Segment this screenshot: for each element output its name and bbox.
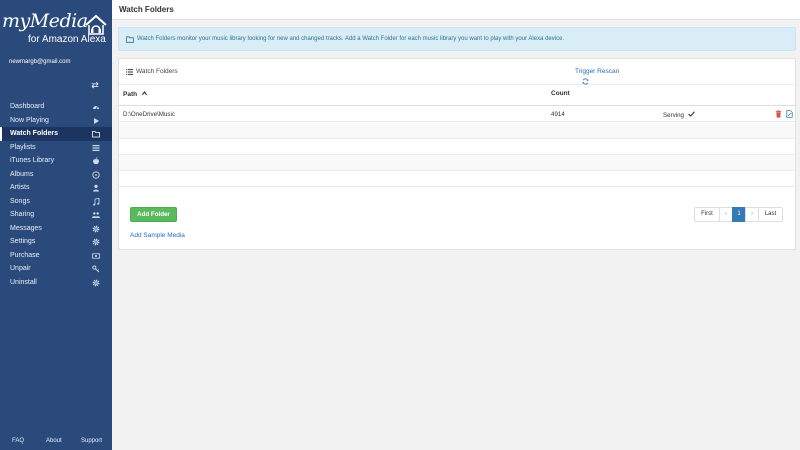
pagination: First ‹ 1 › Last [694,207,783,222]
sidebar-item-playlists[interactable]: Playlists [0,141,112,155]
logo-brand: myMedia [2,10,88,32]
users-icon [92,212,100,218]
sidebar-footer: FAQ About Support [0,438,112,448]
edit-icon[interactable] [786,110,793,118]
column-header-count-label: Count [551,90,570,97]
music-note-icon [93,197,100,206]
pagination-first[interactable]: First [694,207,720,222]
sidebar: myMedia for Amazon Alexa newmargb@gmail.… [0,0,112,450]
sidebar-item-label: Purchase [10,251,40,259]
house-headphones-icon [85,14,107,35]
play-icon [94,117,99,124]
sidebar-item-unpair[interactable]: Unpair [0,262,112,276]
sidebar-item-albums[interactable]: Albums [0,168,112,182]
logo[interactable]: myMedia for Amazon Alexa [2,10,110,50]
sidebar-item-label: Dashboard [10,103,45,110]
tachometer-icon [93,106,99,110]
sidebar-item-label: Unpair [10,265,31,272]
account-email: newmargb@gmail.com [9,59,71,65]
sidebar-item-label: Settings [10,238,36,245]
add-sample-media-link[interactable]: Add Sample Media [130,232,185,239]
sort-ascending-icon [141,91,147,95]
folder-status: Serving [663,111,695,119]
trigger-rescan-label: Trigger Rescan [575,68,620,75]
sidebar-item-dashboard[interactable]: Dashboard [0,100,112,114]
sidebar-item-songs[interactable]: Songs [0,195,112,209]
track-count: 4914 [551,111,565,118]
table-row-empty [119,171,795,187]
folder-icon [92,131,100,138]
sidebar-item-label: Songs [10,197,30,205]
trigger-rescan-button[interactable]: Trigger Rescan [575,68,620,85]
sidebar-item-label: Albums [10,170,34,178]
watch-folders-panel: Watch Folders Trigger Rescan Path Count … [118,58,796,250]
gear-icon [92,279,100,286]
panel-title: Watch Folders [136,68,178,75]
gear-icon [92,238,100,246]
column-header-path[interactable]: Path [123,90,148,104]
apple-icon [93,157,99,165]
folder-path: D:\OneDrive\Music [123,111,175,118]
pagination-page-1[interactable]: 1 [732,207,746,222]
about-link[interactable]: About [46,438,62,444]
key-icon [92,265,100,273]
table-row-empty [119,139,795,155]
sidebar-item-now-playing[interactable]: Now Playing [0,114,112,128]
swap-icon[interactable]: ⇄ [90,80,100,90]
faq-link[interactable]: FAQ [12,438,24,444]
disc-icon [92,170,100,179]
page-title: Watch Folders [119,5,174,14]
support-link[interactable]: Support [81,438,102,444]
column-header-path-label: Path [123,91,138,98]
table-row-empty [119,155,795,171]
refresh-icon [582,78,589,85]
folder-icon [126,36,134,43]
user-icon [93,184,99,192]
sidebar-item-label: Uninstall [10,278,37,286]
checkmark-icon [687,111,695,117]
sidebar-item-label: Artists [10,184,30,191]
sidebar-item-purchase[interactable]: Purchase [0,249,112,263]
sidebar-item-label: Sharing [10,211,35,218]
sidebar-item-label: Messages [10,224,42,232]
info-alert: Watch Folders monitor your music library… [118,27,796,51]
folder-status-label: Serving [663,112,684,119]
sidebar-item-sharing[interactable]: Sharing [0,208,112,222]
list-icon [92,144,100,151]
sidebar-item-itunes-library[interactable]: iTunes Library [0,154,112,168]
sidebar-item-watch-folders[interactable]: Watch Folders [0,127,112,141]
sidebar-item-label: Playlists [10,143,36,151]
info-alert-text: Watch Folders monitor your music library… [137,36,565,42]
sidebar-item-artists[interactable]: Artists [0,181,112,195]
sidebar-item-uninstall[interactable]: Uninstall [0,276,112,290]
sidebar-item-label: Now Playing [10,116,49,124]
sidebar-item-label: iTunes Library [10,157,55,164]
sidebar-item-messages[interactable]: Messages [0,222,112,236]
trash-icon[interactable] [775,110,782,118]
pagination-next[interactable]: › [745,207,759,222]
column-header-count[interactable]: Count [551,90,570,104]
sidebar-nav: Dashboard Now Playing Watch Folders Play… [0,100,112,289]
add-folder-button[interactable]: Add Folder [130,207,177,222]
top-bar: Watch Folders [112,0,800,20]
pagination-prev[interactable]: ‹ [719,207,733,222]
pagination-last[interactable]: Last [758,207,783,222]
money-icon [92,252,100,259]
sidebar-item-settings[interactable]: Settings [0,235,112,249]
panel-header: Watch Folders Trigger Rescan [119,59,795,85]
list-icon [126,69,133,75]
sidebar-item-label: Watch Folders [10,130,58,137]
gear-icon [92,225,100,232]
table-row-empty [119,123,795,139]
table-row: D:\OneDrive\Music 4914 Serving [119,106,795,122]
